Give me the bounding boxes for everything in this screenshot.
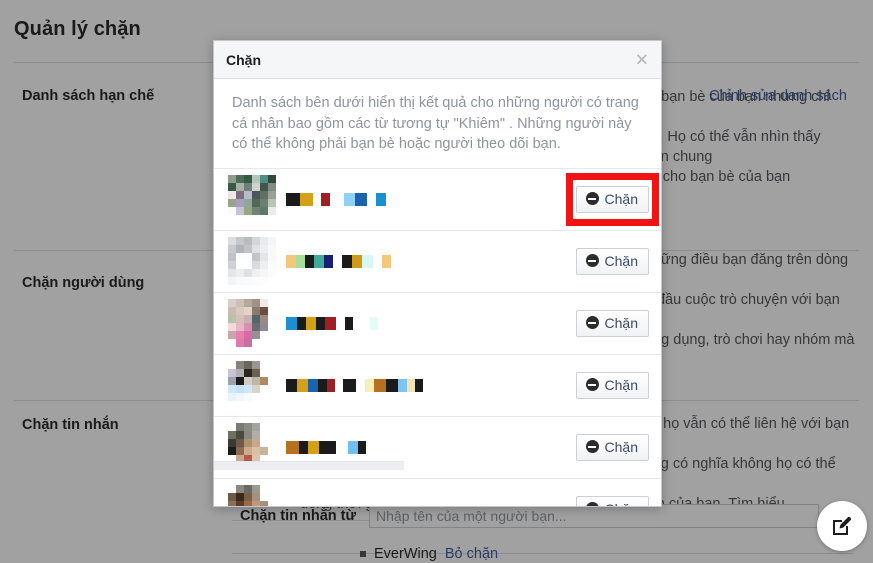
block-button-label: Chặn: [604, 252, 638, 269]
horizontal-scrollbar[interactable]: [214, 461, 404, 470]
avatar: [228, 175, 276, 223]
redacted-name[interactable]: [286, 192, 576, 206]
search-result-row: Chặn: [214, 231, 661, 293]
block-button-label: Chặn: [604, 376, 638, 393]
redacted-name[interactable]: [286, 378, 576, 392]
avatar: [228, 299, 276, 347]
dialog-title: Chặn: [226, 51, 261, 68]
avatar: [228, 361, 276, 409]
block-button-label: Chặn: [604, 438, 638, 455]
block-button-label: Chặn: [604, 190, 638, 207]
ban-circle-icon: [585, 254, 599, 267]
block-button[interactable]: Chặn: [575, 185, 649, 213]
search-result-row: Chặn: [214, 479, 661, 507]
ban-circle-icon: [585, 378, 599, 391]
block-button[interactable]: Chặn: [575, 247, 649, 275]
redacted-name[interactable]: [286, 440, 576, 454]
close-icon[interactable]: ✕: [635, 51, 649, 68]
block-button[interactable]: Chặn: [575, 371, 649, 399]
redacted-name[interactable]: [286, 254, 576, 268]
edit-pencil-icon: [833, 517, 851, 535]
dialog-header: Chặn ✕: [214, 41, 661, 79]
screen: Quản lý chặn Danh sách hạn chế Khi bạn t…: [0, 0, 873, 563]
ban-circle-icon: [585, 502, 599, 506]
block-button[interactable]: Chặn: [575, 495, 649, 507]
avatar: [228, 485, 276, 506]
avatar: [228, 237, 276, 285]
ban-circle-icon: [585, 192, 599, 205]
block-button-label: Chặn: [604, 314, 638, 331]
search-result-list: Chặn Chặn Chặn Chặn Chặn Chặn: [214, 169, 661, 507]
block-button-label: Chặn: [605, 501, 638, 507]
search-result-row: Chặn: [214, 169, 661, 231]
redacted-name[interactable]: [286, 316, 576, 330]
search-result-row: Chặn: [214, 293, 661, 355]
compose-fab-button[interactable]: [817, 501, 867, 551]
dialog-description: Danh sách bên dưới hiển thị kết quả cho …: [214, 79, 661, 169]
ban-circle-icon: [585, 440, 599, 453]
search-result-row: Chặn: [214, 355, 661, 417]
ban-circle-icon: [585, 316, 599, 329]
block-button[interactable]: Chặn: [575, 309, 649, 337]
block-button[interactable]: Chặn: [575, 433, 649, 461]
block-dialog: Chặn ✕ Danh sách bên dưới hiển thị kết q…: [213, 40, 662, 507]
